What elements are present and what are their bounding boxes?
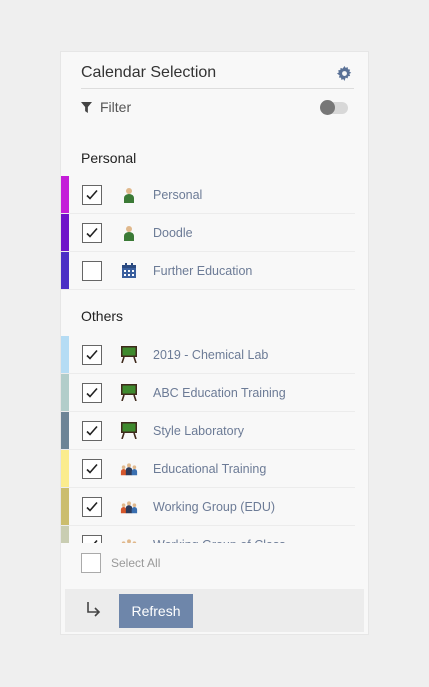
- calendar-color-bar: [61, 176, 69, 213]
- section-heading-personal: Personal: [81, 150, 137, 166]
- calendar-icon: [120, 262, 138, 280]
- calendar-checkbox[interactable]: [82, 222, 102, 243]
- calendar-checkbox[interactable]: [82, 496, 102, 517]
- calendar-row-further-education[interactable]: Further Education: [61, 252, 355, 290]
- title-divider: [81, 88, 354, 89]
- calendar-row-abc-education-training[interactable]: ABC Education Training: [61, 374, 355, 412]
- calendar-label[interactable]: Working Group of Class: [153, 538, 285, 544]
- footer-bar: Refresh: [65, 589, 364, 632]
- filter-icon: [81, 101, 92, 113]
- calendar-color-bar: [61, 336, 69, 373]
- panel-title: Calendar Selection: [81, 64, 217, 81]
- filter-row: Filter: [81, 99, 131, 115]
- calendar-color-bar: [61, 526, 69, 543]
- calendar-selection-panel: Calendar Selection Filter Personal Perso…: [60, 51, 369, 635]
- calendar-row-working-group-of-class[interactable]: Working Group of Class: [61, 526, 355, 543]
- calendar-checkbox[interactable]: [82, 184, 102, 205]
- calendar-label[interactable]: ABC Education Training: [153, 386, 286, 400]
- filter-toggle[interactable]: [320, 100, 348, 115]
- calendar-label[interactable]: Working Group (EDU): [153, 500, 275, 514]
- calendar-label[interactable]: Further Education: [153, 264, 252, 278]
- calendar-row-personal[interactable]: Personal: [61, 176, 355, 214]
- group-icon: [120, 498, 138, 516]
- calendar-row-working-group-edu[interactable]: Working Group (EDU): [61, 488, 355, 526]
- calendar-row-style-laboratory[interactable]: Style Laboratory: [61, 412, 355, 450]
- person-icon: [120, 186, 138, 204]
- filter-label: Filter: [100, 99, 132, 115]
- calendar-label[interactable]: Educational Training: [153, 462, 266, 476]
- calendar-label[interactable]: Doodle: [153, 226, 193, 240]
- select-all-row[interactable]: Select All: [81, 553, 160, 573]
- calendar-label[interactable]: Style Laboratory: [153, 424, 244, 438]
- toggle-knob: [320, 100, 335, 115]
- others-list[interactable]: 2019 - Chemical Lab ABC Education Trainin…: [61, 336, 370, 543]
- calendar-color-bar: [61, 450, 69, 487]
- calendar-color-bar: [61, 374, 69, 411]
- calendar-row-doodle[interactable]: Doodle: [61, 214, 355, 252]
- calendar-color-bar: [61, 488, 69, 525]
- calendar-row-educational-training[interactable]: Educational Training: [61, 450, 355, 488]
- calendar-checkbox[interactable]: [82, 458, 102, 479]
- calendar-label[interactable]: 2019 - Chemical Lab: [153, 348, 268, 362]
- calendar-color-bar: [61, 252, 69, 289]
- calendar-checkbox[interactable]: [82, 344, 102, 365]
- calendar-checkbox[interactable]: [82, 534, 102, 543]
- group-icon: [120, 536, 138, 543]
- calendar-color-bar: [61, 412, 69, 449]
- return-arrow-icon: [87, 602, 101, 617]
- calendar-label[interactable]: Personal: [153, 188, 202, 202]
- select-all-checkbox[interactable]: [81, 553, 101, 573]
- whiteboard-icon: [120, 346, 138, 364]
- calendar-row-2019-chemical-lab[interactable]: 2019 - Chemical Lab: [61, 336, 355, 374]
- whiteboard-icon: [120, 422, 138, 440]
- group-icon: [120, 460, 138, 478]
- calendar-color-bar: [61, 214, 69, 251]
- person-icon: [120, 224, 138, 242]
- refresh-button[interactable]: Refresh: [119, 594, 193, 628]
- calendar-checkbox[interactable]: [82, 382, 102, 403]
- section-heading-others: Others: [81, 308, 124, 324]
- select-all-label: Select All: [111, 556, 161, 570]
- calendar-checkbox[interactable]: [82, 260, 102, 281]
- calendar-checkbox[interactable]: [82, 420, 102, 441]
- gear-icon[interactable]: [337, 66, 352, 81]
- whiteboard-icon: [120, 384, 138, 402]
